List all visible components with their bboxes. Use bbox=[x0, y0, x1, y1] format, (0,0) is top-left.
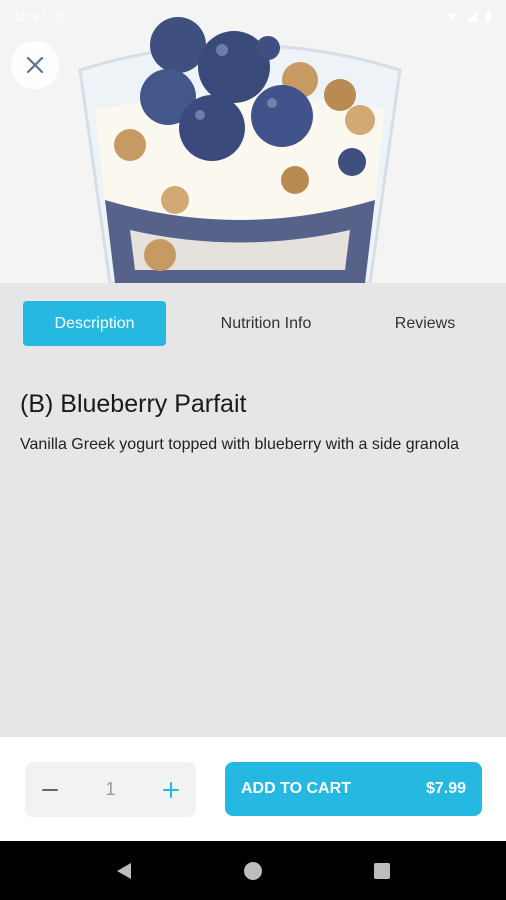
battery-icon: ▮ bbox=[484, 8, 492, 23]
decrement-button[interactable] bbox=[25, 762, 75, 817]
system-nav-bar bbox=[0, 841, 506, 900]
recents-icon[interactable] bbox=[371, 860, 393, 882]
increment-button[interactable] bbox=[146, 762, 196, 817]
tab-description[interactable]: Description bbox=[23, 301, 166, 346]
product-description: Vanilla Greek yogurt topped with blueber… bbox=[20, 436, 460, 453]
status-time: 10:37 bbox=[14, 8, 47, 24]
price-label: $7.99 bbox=[425, 780, 466, 797]
sync-icon: ◎ bbox=[54, 8, 66, 23]
add-to-cart-button[interactable]: ADD TO CART $7.99 bbox=[225, 762, 482, 816]
wifi-icon: ▼ bbox=[445, 8, 459, 24]
close-icon bbox=[26, 56, 44, 74]
tab-reviews[interactable]: Reviews bbox=[370, 301, 480, 346]
tab-bar: Description Nutrition Info Reviews bbox=[0, 283, 506, 367]
close-button[interactable] bbox=[11, 41, 59, 89]
tab-nutrition-info[interactable]: Nutrition Info bbox=[196, 301, 336, 346]
cart-bar: 1 ADD TO CART $7.99 bbox=[0, 737, 506, 841]
plus-icon bbox=[162, 781, 179, 798]
signal-icon: ◢ bbox=[466, 8, 477, 23]
add-to-cart-label: ADD TO CART bbox=[241, 780, 351, 797]
status-bar: 10:37 ◎ ▼ ◢ ▮ bbox=[0, 0, 506, 32]
back-icon[interactable] bbox=[113, 860, 135, 882]
quantity-value: 1 bbox=[105, 779, 116, 799]
quantity-stepper: 1 bbox=[25, 762, 196, 817]
parfait-illustration bbox=[78, 17, 402, 283]
home-icon[interactable] bbox=[242, 860, 264, 882]
minus-icon bbox=[42, 788, 58, 791]
product-image bbox=[0, 0, 506, 283]
product-title: (B) Blueberry Parfait bbox=[20, 390, 247, 418]
